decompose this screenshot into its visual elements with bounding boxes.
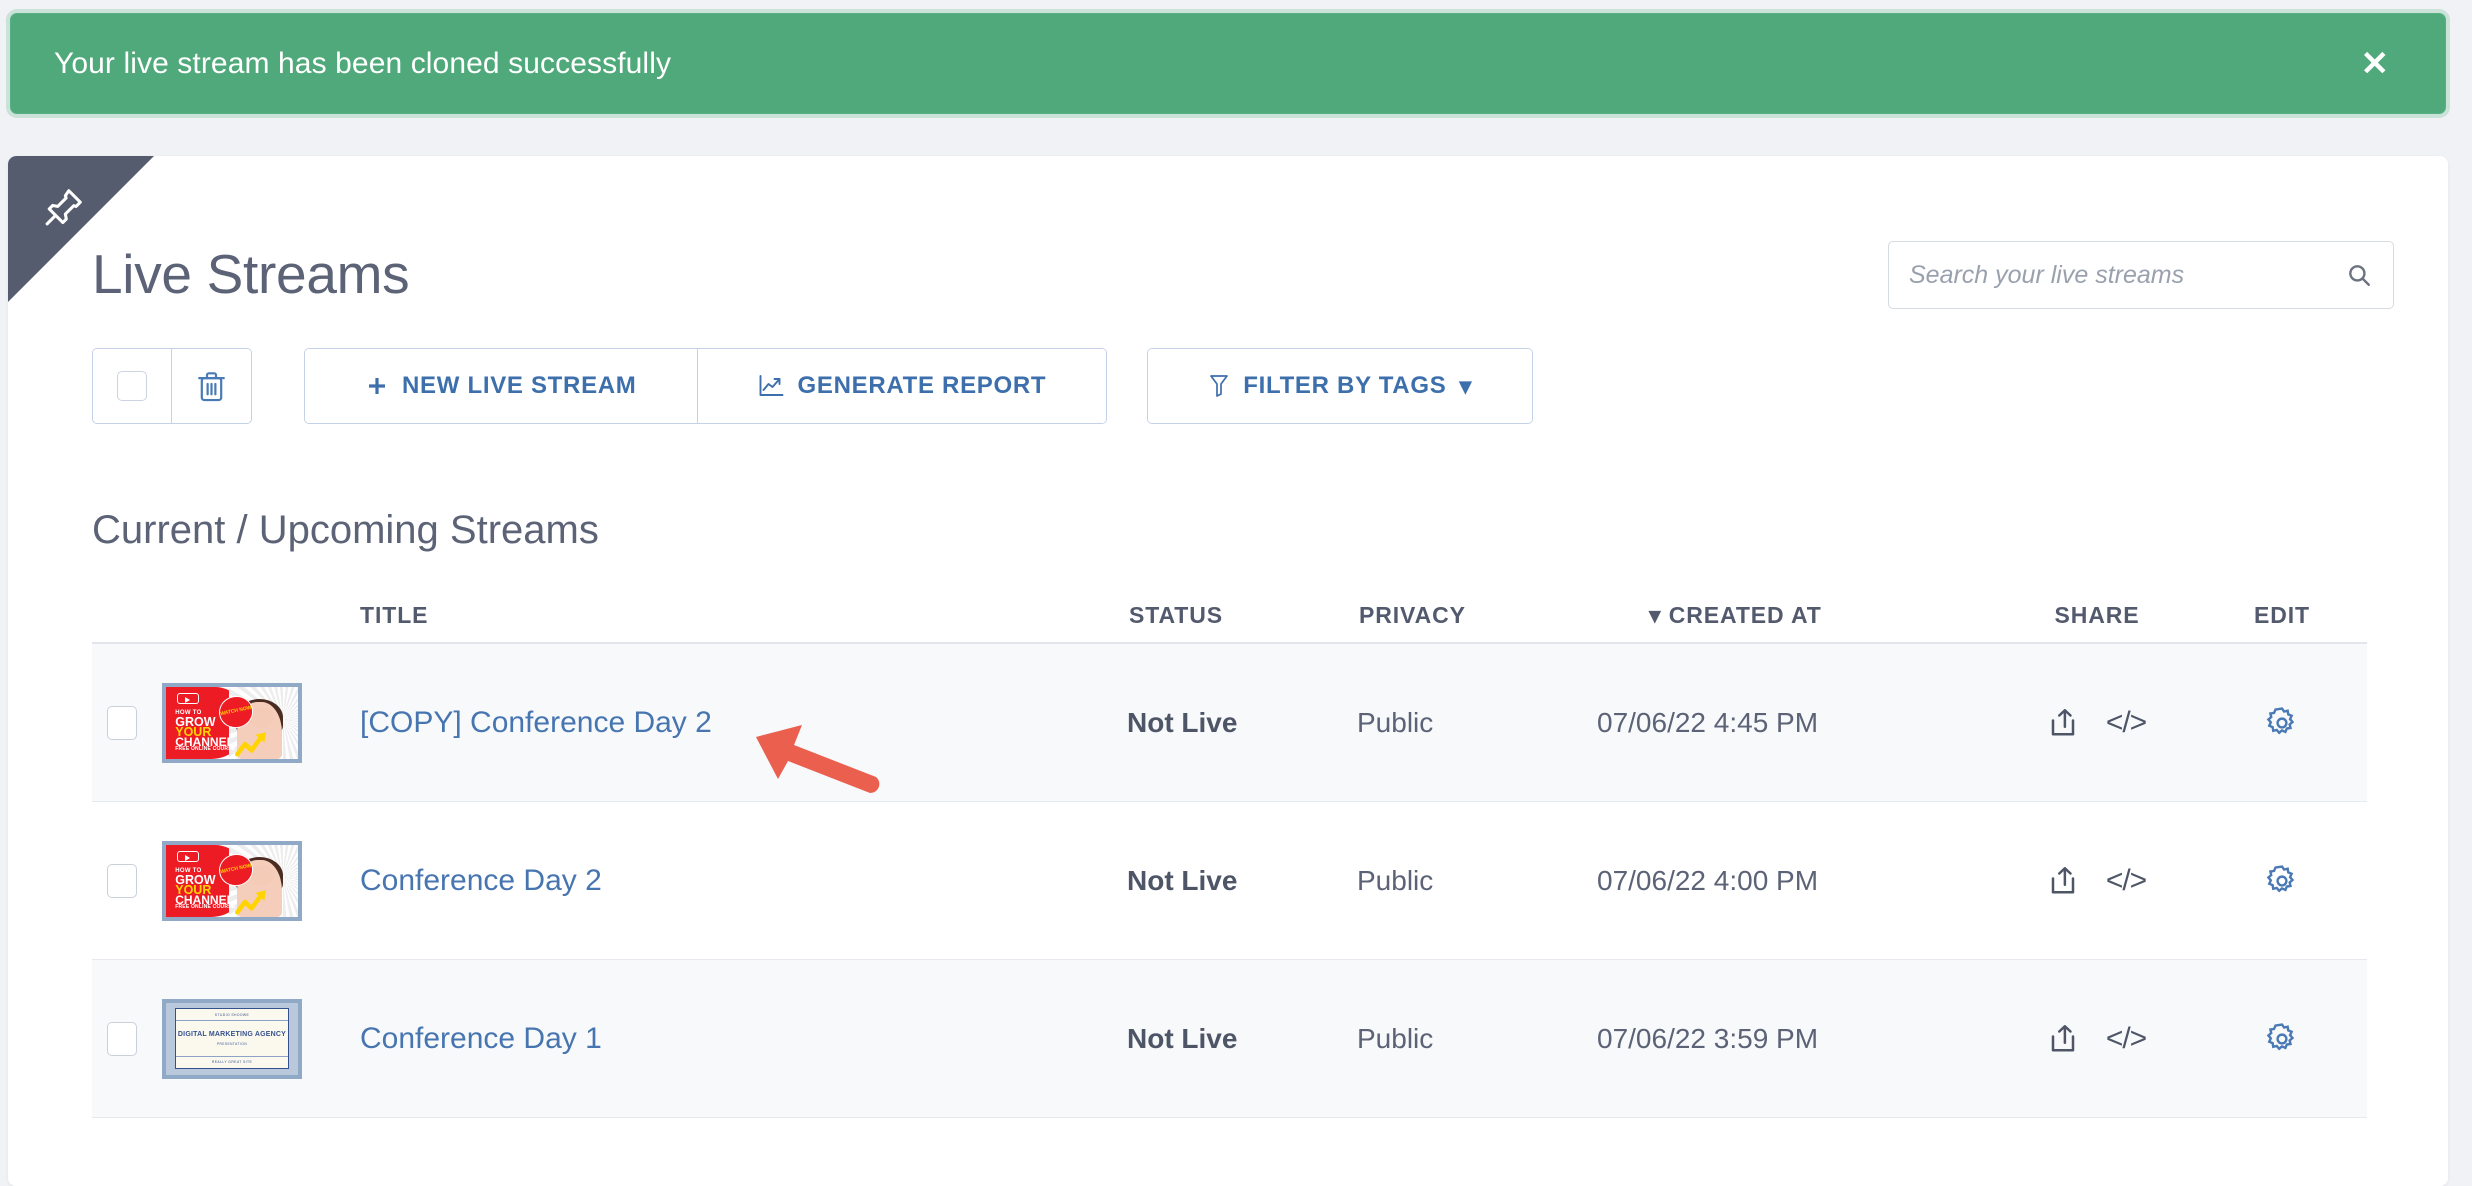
delete-selected-button[interactable]	[172, 349, 251, 423]
search-container	[1888, 241, 2394, 309]
chart-line-icon	[759, 375, 783, 396]
embed-code-icon[interactable]: </>	[2106, 1022, 2147, 1056]
header-edit: EDIT	[2254, 601, 2310, 628]
table-row: HOW TO GROW YOUR CHANNEL FREE ONLINE COU…	[92, 644, 2367, 802]
header-title[interactable]: TITLE	[312, 602, 1127, 629]
thumb-play-icon	[176, 692, 199, 705]
header-created-at-label: CREATED AT	[1668, 601, 1822, 628]
header-status[interactable]: STATUS	[1127, 602, 1357, 629]
thumb-play-icon	[176, 850, 199, 863]
share-icon[interactable]	[2048, 866, 2078, 896]
thumb-slide-subtitle: PRESENTATION	[216, 1041, 248, 1046]
filter-group: FILTER BY TAGS ▾	[1147, 348, 1534, 424]
filter-by-tags-button[interactable]: FILTER BY TAGS ▾	[1148, 349, 1533, 423]
thumb-slide-bottom-text: REALLY GREAT SITE	[176, 1056, 288, 1068]
row-checkbox[interactable]	[107, 705, 137, 740]
sort-descending-icon: ▾	[1649, 601, 1662, 628]
thumb-slide-title: DIGITAL MARKETING AGENCY	[177, 1031, 287, 1039]
table-row: STUDIO SHOOWE DIGITAL MARKETING AGENCY P…	[92, 960, 2367, 1118]
thumb-slide-top-text: STUDIO SHOOWE	[176, 1009, 288, 1021]
stream-title-link[interactable]: Conference Day 1	[360, 1022, 602, 1055]
stream-thumbnail[interactable]: STUDIO SHOOWE DIGITAL MARKETING AGENCY P…	[162, 998, 302, 1079]
trash-icon	[198, 371, 225, 401]
stream-title-link[interactable]: Conference Day 2	[360, 864, 602, 897]
thumb-arrow-graphic	[235, 890, 267, 915]
new-live-stream-button[interactable]: NEW LIVE STREAM	[305, 349, 698, 423]
share-icon[interactable]	[2048, 708, 2078, 738]
table-header-row: TITLE STATUS PRIVACY ▾ CREATED AT SHARE …	[92, 588, 2367, 644]
row-checkbox[interactable]	[107, 863, 137, 898]
stream-thumbnail[interactable]: HOW TO GROW YOUR CHANNEL FREE ONLINE COU…	[162, 682, 302, 763]
privacy-value: Public	[1357, 1022, 1434, 1054]
checkbox-square-icon	[117, 371, 147, 401]
alert-close-button[interactable]: ✕	[2361, 47, 2390, 81]
select-all-checkbox-button[interactable]	[93, 349, 172, 423]
stream-thumbnail[interactable]: HOW TO GROW YOUR CHANNEL FREE ONLINE COU…	[162, 840, 302, 921]
status-value: Not Live	[1127, 1022, 1238, 1054]
plus-icon	[369, 378, 385, 394]
toolbar: NEW LIVE STREAM GENERATE REPORT FILTER B…	[92, 348, 1534, 424]
privacy-value: Public	[1357, 706, 1434, 738]
thumb-arrow-graphic	[235, 732, 267, 757]
thumb-free-text: FREE ONLINE COURSE	[175, 746, 236, 753]
thumb-slide: STUDIO SHOOWE DIGITAL MARKETING AGENCY P…	[175, 1008, 289, 1069]
created-at-value: 07/06/22 4:00 PM	[1597, 864, 1819, 896]
status-value: Not Live	[1127, 864, 1238, 896]
funnel-icon	[1210, 375, 1229, 397]
filter-by-tags-label: FILTER BY TAGS	[1243, 372, 1447, 399]
privacy-value: Public	[1357, 864, 1434, 896]
selection-group	[92, 348, 252, 424]
share-icon[interactable]	[2048, 1024, 2078, 1054]
search-input[interactable]	[1888, 241, 2394, 309]
table-row: HOW TO GROW YOUR CHANNEL FREE ONLINE COU…	[92, 802, 2367, 960]
row-checkbox[interactable]	[107, 1021, 137, 1056]
created-at-value: 07/06/22 3:59 PM	[1597, 1022, 1819, 1054]
new-live-stream-label: NEW LIVE STREAM	[402, 372, 637, 399]
streams-table: TITLE STATUS PRIVACY ▾ CREATED AT SHARE …	[92, 588, 2367, 1118]
generate-report-label: GENERATE REPORT	[797, 372, 1047, 399]
chevron-down-icon: ▾	[1459, 372, 1473, 400]
stream-title-link[interactable]: [COPY] Conference Day 2	[360, 706, 712, 739]
gear-icon[interactable]	[2265, 706, 2299, 740]
pin-icon	[45, 189, 82, 226]
status-value: Not Live	[1127, 706, 1238, 738]
embed-code-icon[interactable]: </>	[2106, 864, 2147, 898]
gear-icon[interactable]	[2265, 864, 2299, 898]
generate-report-button[interactable]: GENERATE REPORT	[697, 349, 1107, 423]
actions-group: NEW LIVE STREAM GENERATE REPORT	[304, 348, 1108, 424]
embed-code-icon[interactable]: </>	[2106, 706, 2147, 740]
header-share: SHARE	[2054, 601, 2140, 628]
section-heading: Current / Upcoming Streams	[92, 508, 599, 552]
header-privacy[interactable]: PRIVACY	[1357, 602, 1597, 629]
page-title: Live Streams	[92, 243, 410, 305]
gear-icon[interactable]	[2265, 1022, 2299, 1056]
header-created-at[interactable]: ▾ CREATED AT	[1597, 602, 1997, 629]
success-alert: Your live stream has been cloned success…	[10, 13, 2446, 114]
created-at-value: 07/06/22 4:45 PM	[1597, 706, 1819, 738]
alert-message: Your live stream has been cloned success…	[54, 46, 672, 80]
thumb-free-text: FREE ONLINE COURSE	[175, 904, 236, 911]
